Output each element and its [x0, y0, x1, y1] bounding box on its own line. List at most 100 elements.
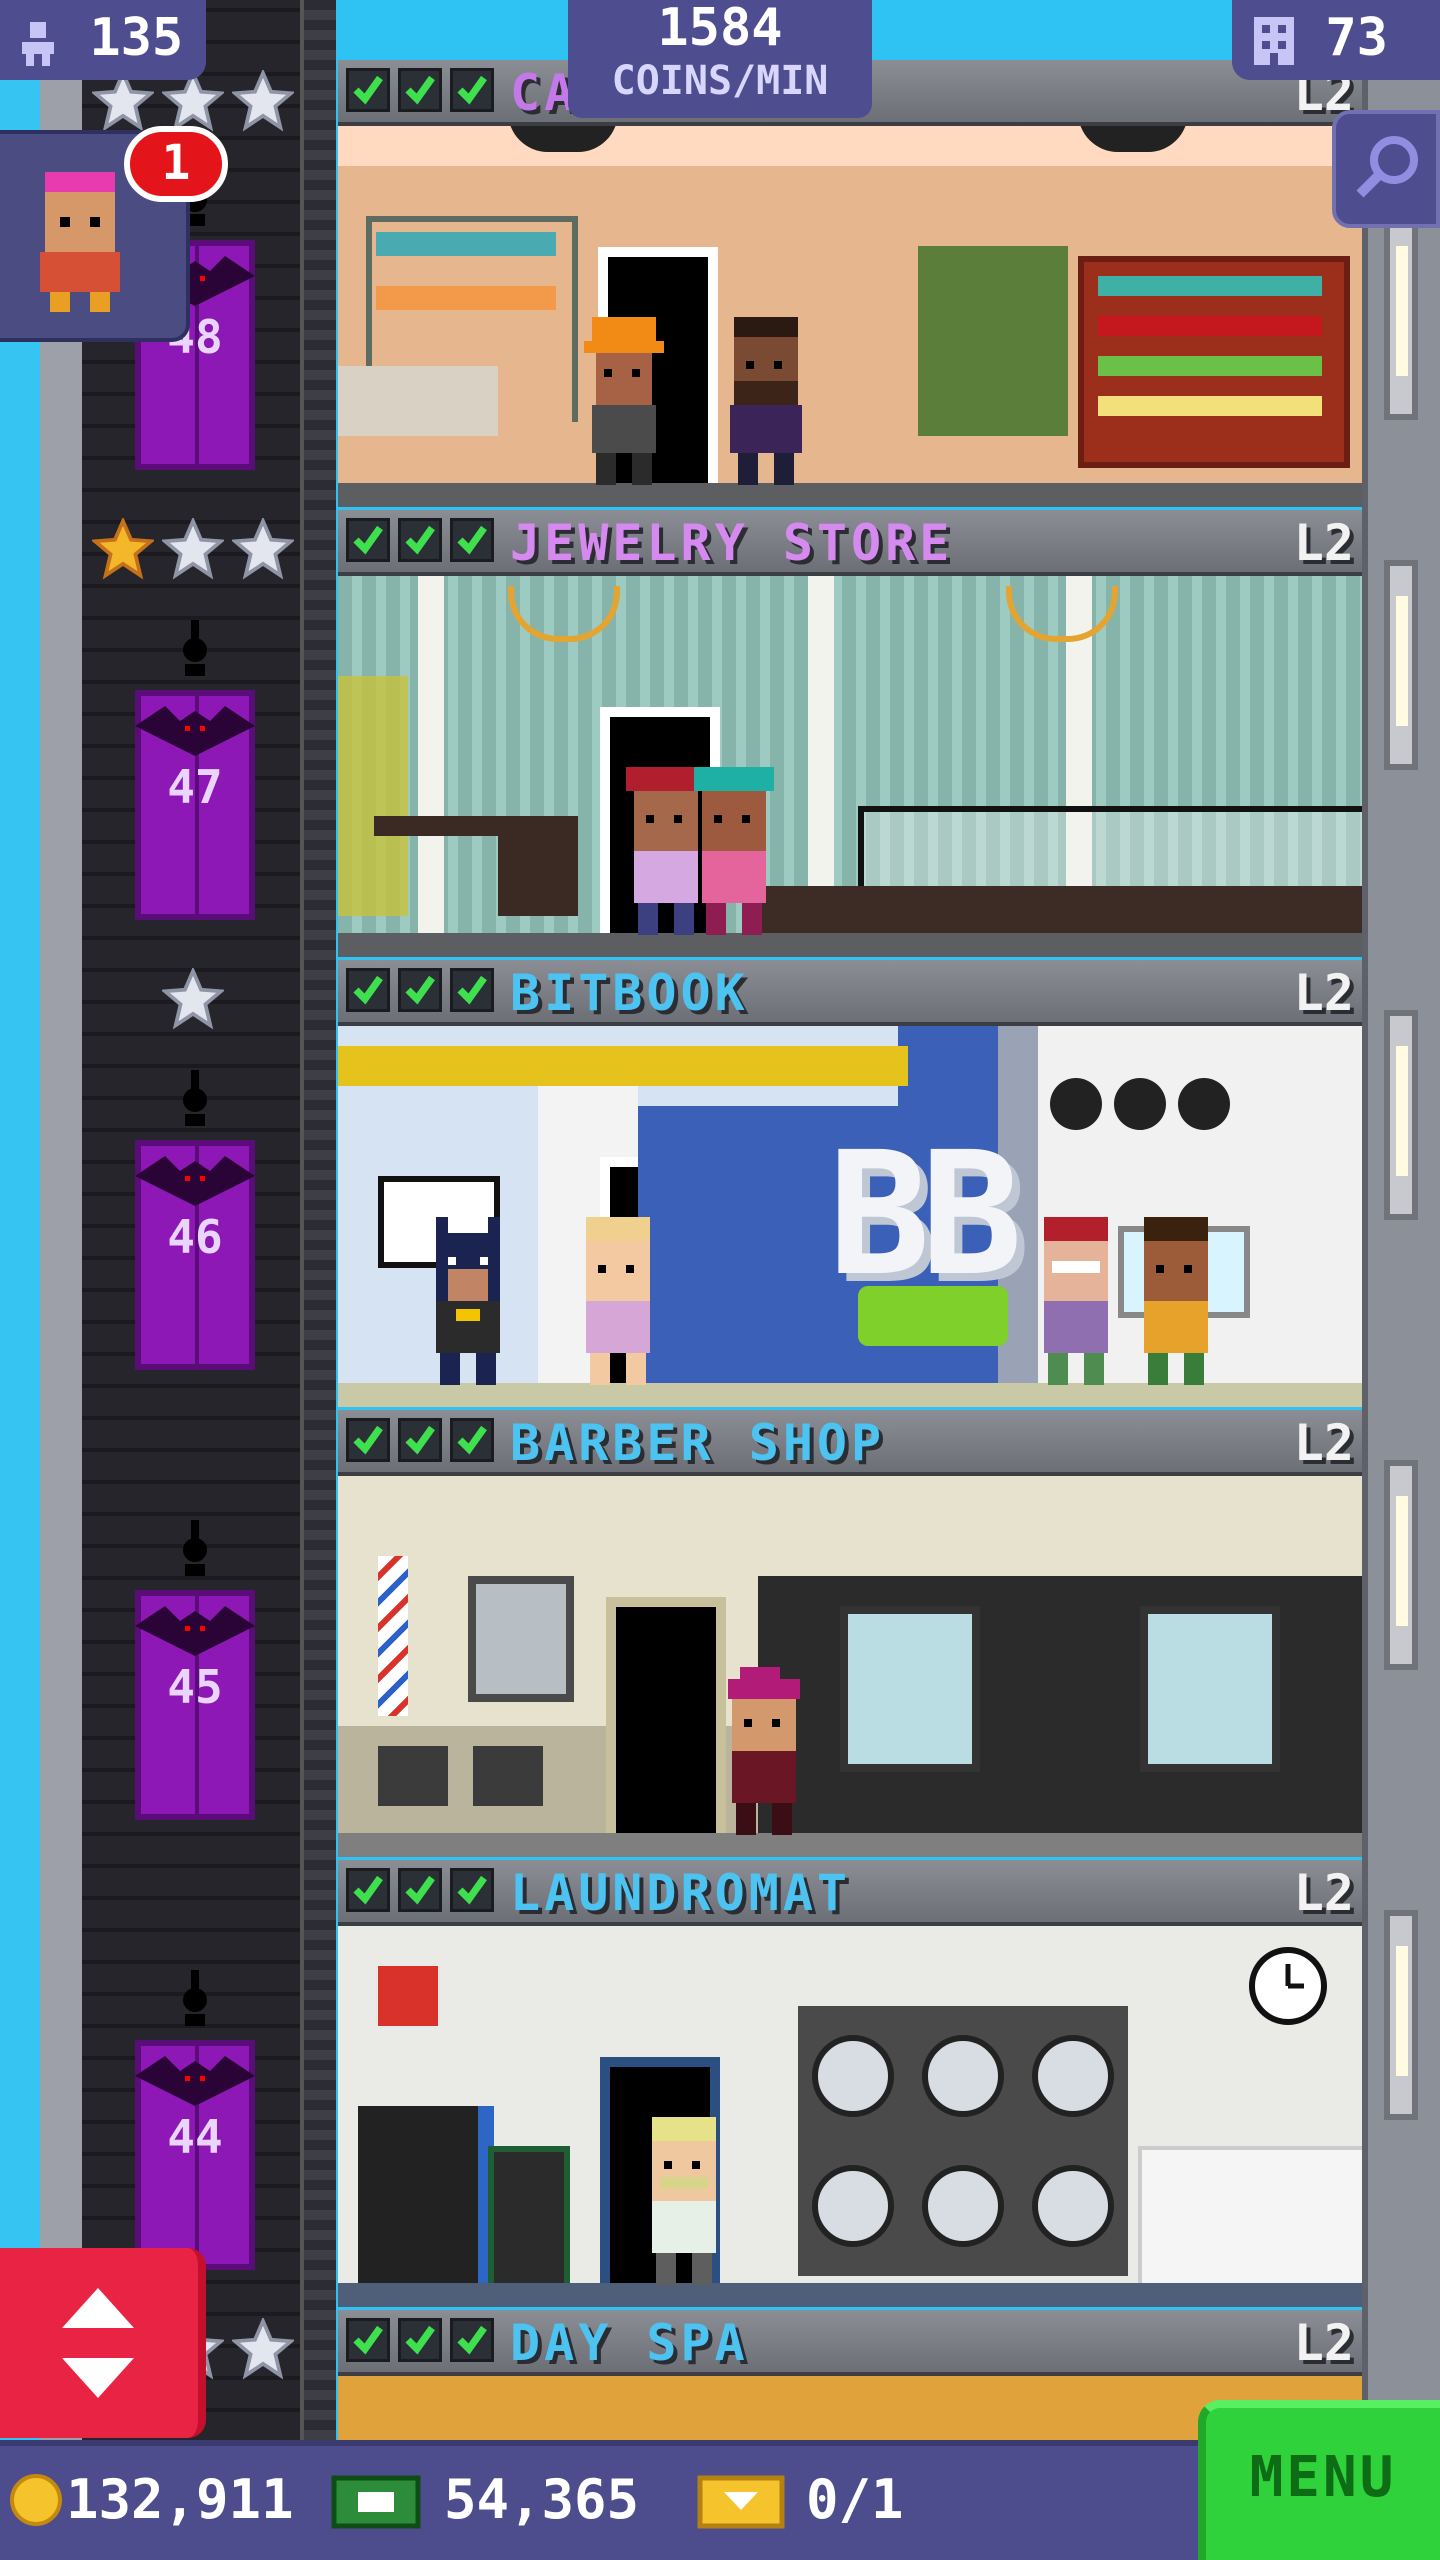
building-icon [1254, 17, 1294, 65]
bitizen[interactable] [636, 2117, 732, 2289]
search-button[interactable] [1332, 110, 1440, 228]
floor-name: DAY SPA [510, 2314, 749, 2372]
star-icon [162, 518, 224, 580]
checkmarks [346, 518, 502, 566]
coins-per-min-panel: 1584 COINS/MIN [568, 0, 872, 118]
elevator-floor-number: 44 [167, 2110, 223, 2164]
pipe [338, 1046, 908, 1086]
bat-icon [135, 706, 255, 756]
floor-level: L2 [1293, 1414, 1354, 1472]
elevator-lamp [175, 620, 215, 680]
washers [798, 2006, 1128, 2276]
tower-window [1384, 210, 1418, 420]
bux-icon [330, 2474, 422, 2534]
floor-laundromat[interactable]: LAUNDROMAT L2 [338, 1860, 1362, 2307]
room-door [606, 1597, 726, 1857]
bitizen[interactable] [1128, 1217, 1224, 1389]
no-sign [378, 1966, 438, 2026]
bat-icon [135, 1606, 255, 1656]
floor-level: L2 [1293, 1864, 1354, 1922]
elevator-door[interactable]: 46 [135, 1140, 255, 1370]
bux-value: 54,365 [444, 2468, 640, 2531]
checkmark-icon [450, 2318, 494, 2362]
checkmark-icon [346, 68, 390, 112]
bitizen[interactable] [718, 317, 814, 489]
floor-title-bar: JEWELRY STORE L2 [338, 510, 1362, 576]
bat-icon [135, 1156, 255, 1206]
floor-name: BARBER SHOP [510, 1414, 886, 1472]
up-down-arrows-icon [58, 2288, 138, 2402]
bitizen-batman[interactable] [420, 1217, 516, 1389]
checkmark-icon [450, 1868, 494, 1912]
bitizen-builder[interactable] [576, 317, 672, 489]
checkmark-icon [398, 1418, 442, 1462]
star-icon [232, 70, 294, 132]
checkmark-icon [346, 1868, 390, 1912]
tower-window [1384, 560, 1418, 770]
floor-level: L2 [1293, 2314, 1354, 2372]
elevator-button[interactable] [0, 2248, 206, 2438]
checkmarks [346, 968, 502, 1016]
sky [0, 0, 40, 2560]
coins-per-min-label: COINS/MIN [611, 58, 829, 104]
plant [338, 676, 408, 916]
population-counter[interactable]: 135 [0, 0, 206, 80]
elevator-lamp [175, 1070, 215, 1130]
star-icon [92, 518, 154, 580]
population-value: 135 [89, 8, 184, 68]
elevator-lamp [175, 1520, 215, 1580]
chair [473, 1746, 543, 1806]
floor-count-value: 73 [1325, 8, 1388, 68]
bitizen[interactable] [1028, 1217, 1124, 1389]
floor-level: L2 [1293, 964, 1354, 1022]
checkmarks [346, 2318, 502, 2366]
tower-left-wall [40, 0, 88, 2440]
checkmark-icon [398, 968, 442, 1012]
clocks [1048, 1076, 1230, 1136]
mirror [1140, 1606, 1280, 1772]
bitizen[interactable] [716, 1667, 812, 1839]
floor-jewelry-store[interactable]: JEWELRY STORE L2 [338, 510, 1362, 957]
floor-cake-shop[interactable]: CA OP L2 [338, 60, 1362, 507]
floor-bitbook[interactable]: BITBOOK L2 BB [338, 960, 1362, 1407]
checkmark-icon [450, 1418, 494, 1462]
checkmark-icon [398, 1868, 442, 1912]
checkmarks [346, 1418, 502, 1466]
elevator-rail [300, 0, 336, 2440]
bitizen[interactable] [686, 767, 782, 939]
jewelry-store-interior [338, 576, 1362, 957]
star-icon [232, 2318, 294, 2380]
tower-window [1384, 1460, 1418, 1670]
locker [488, 2146, 570, 2298]
floor-name: JEWELRY STORE [510, 514, 954, 572]
star-icon [162, 968, 224, 1030]
floor-title-bar: BITBOOK L2 [338, 960, 1362, 1026]
bitizen[interactable] [570, 1217, 666, 1389]
floor-title-bar: BARBER SHOP L2 [338, 1410, 1362, 1476]
laundromat-interior [338, 1926, 1362, 2307]
elevator-door[interactable]: 47 [135, 690, 255, 920]
floor-counter[interactable]: 73 [1232, 0, 1440, 80]
visitor-count-badge: 1 [124, 126, 228, 202]
checkmark-icon [398, 68, 442, 112]
floor-title-bar: DAY SPA L2 [338, 2310, 1362, 2376]
person-icon [18, 19, 58, 66]
bitbook-logo: BB [828, 1116, 1023, 1314]
elevator-lamp [175, 1970, 215, 2030]
checkmark-icon [346, 2318, 390, 2362]
menu-button[interactable]: MENU [1198, 2400, 1440, 2560]
cake-display [918, 246, 1068, 436]
elevator-door[interactable]: 45 [135, 1590, 255, 1820]
checkmark-icon [398, 518, 442, 562]
visitor-avatar [30, 172, 130, 316]
checkmarks [346, 1868, 502, 1916]
clock-icon [1248, 1946, 1328, 2026]
checkmark-icon [450, 68, 494, 112]
elevator-floor-number: 47 [167, 760, 223, 814]
tower-window [1384, 1910, 1418, 2120]
elevator-door[interactable]: 44 [135, 2040, 255, 2270]
coins-value: 132,911 [66, 2468, 294, 2531]
folding-table [1138, 2146, 1362, 2294]
floor-barber-shop[interactable]: BARBER SHOP L2 [338, 1410, 1362, 1857]
elevator-floor-number: 46 [167, 1210, 223, 1264]
